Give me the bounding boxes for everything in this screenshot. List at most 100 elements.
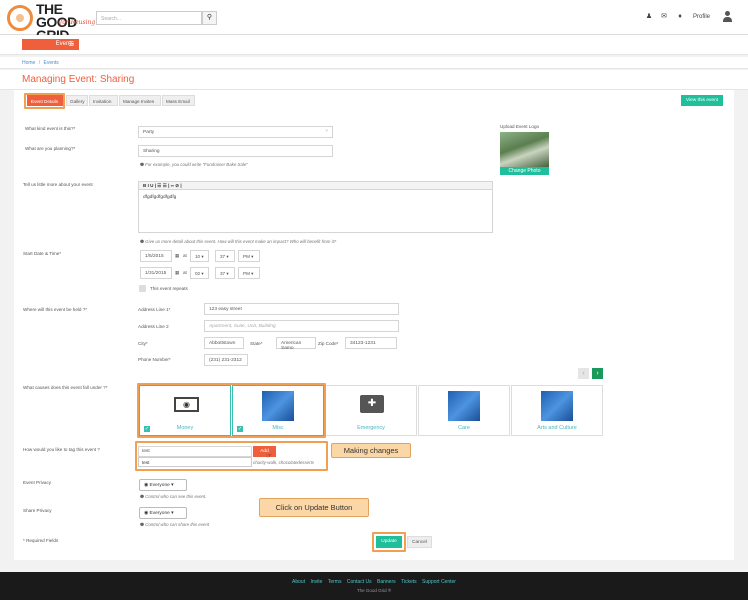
care-image bbox=[448, 391, 480, 421]
breadcrumb-sep: / bbox=[38, 60, 41, 66]
kind-select[interactable]: Party ˅ bbox=[138, 126, 333, 138]
end-ampm-select[interactable]: PM ▾ bbox=[238, 267, 260, 279]
breadcrumb: Home / Events bbox=[0, 57, 748, 69]
page-title: Managing Event: Sharing bbox=[22, 74, 135, 85]
logo-sun-icon bbox=[7, 5, 33, 31]
causes-next-button[interactable]: › bbox=[592, 368, 603, 379]
datetime-label: Start Date & Time* bbox=[23, 251, 62, 256]
footer-link-terms[interactable]: Terms bbox=[328, 579, 342, 585]
event-logo-image bbox=[500, 132, 549, 168]
tab-event-details[interactable]: Event Details bbox=[27, 95, 63, 106]
cause-label: Care bbox=[458, 425, 470, 431]
footer-links: About Invite Terms Contact Us Banners Ti… bbox=[0, 579, 748, 585]
footer-copyright: The Good Grid ® bbox=[356, 588, 392, 593]
profile-link[interactable]: Profile bbox=[693, 14, 710, 20]
cause-label: Emergency bbox=[357, 425, 385, 431]
repeats-label: This event repeats bbox=[150, 286, 188, 291]
upload-logo-label: Upload Event Logo bbox=[500, 124, 540, 129]
tab-mass-email[interactable]: Mass Email bbox=[162, 95, 195, 106]
tab-invitation[interactable]: Invitation bbox=[89, 95, 118, 106]
footer-link-banners[interactable]: Banners bbox=[377, 579, 396, 585]
footer-link-tickets[interactable]: Tickets bbox=[401, 579, 417, 585]
tab-manage-invites[interactable]: Manage Invites bbox=[119, 95, 161, 106]
breadcrumb-home[interactable]: Home bbox=[22, 60, 35, 66]
avatar-icon[interactable] bbox=[722, 11, 733, 23]
events-menu-button[interactable]: Events ☰ bbox=[22, 39, 79, 50]
city-label: City* bbox=[138, 341, 148, 346]
causes-highlight-box bbox=[137, 383, 326, 438]
footer bbox=[0, 572, 748, 600]
search-input[interactable]: Search... bbox=[96, 11, 202, 25]
breadcrumb-events[interactable]: Events bbox=[44, 60, 59, 66]
addr1-input[interactable]: 123 easy street bbox=[204, 303, 399, 315]
footer-link-invite[interactable]: Invite bbox=[311, 579, 323, 585]
causes-prev-button[interactable]: ‹ bbox=[578, 368, 589, 379]
footer-link-support[interactable]: Support Center bbox=[422, 579, 456, 585]
end-hour-select[interactable]: 02 ▾ bbox=[190, 267, 209, 279]
addr1-label: Address Line 1* bbox=[138, 307, 171, 312]
calendar-icon[interactable]: ▦ bbox=[175, 270, 179, 276]
mail-icon[interactable]: ✉ bbox=[660, 13, 668, 21]
description-editor[interactable]: dfgdfgdfgdfgdfg bbox=[138, 190, 493, 233]
kind-label: What kind event is this?* bbox=[25, 126, 76, 131]
end-date-input[interactable]: 1/31/2015 bbox=[140, 267, 172, 279]
change-photo-button[interactable]: Change Photo bbox=[500, 167, 549, 175]
cancel-button[interactable]: Cancel bbox=[407, 536, 432, 548]
privacy-select[interactable]: ◉ Everyone ▾ bbox=[139, 479, 187, 491]
planning-hint: ❶ For example, you could write "Fundrais… bbox=[140, 162, 248, 167]
chevron-down-icon: ˅ bbox=[325, 129, 328, 134]
view-event-button[interactable]: View this event bbox=[681, 95, 723, 106]
tag-label: How would you like to tag this event ? bbox=[23, 447, 100, 452]
cause-card-arts[interactable]: Arts and Culture bbox=[511, 385, 603, 436]
tell-label: Tell us little more about your event bbox=[23, 182, 93, 187]
share-hint: ❶ Control who can share this event bbox=[140, 522, 210, 527]
kind-value: Party bbox=[143, 130, 155, 135]
search-button[interactable]: ⚲ bbox=[202, 11, 217, 25]
start-date-input[interactable]: 1/5/2015 bbox=[140, 250, 172, 262]
city-input[interactable]: Abbottstown bbox=[204, 337, 244, 349]
addr2-input[interactable]: Apartment, Suite, Unit, Building bbox=[204, 320, 399, 332]
cause-card-emergency[interactable]: ✚ Emergency bbox=[325, 385, 417, 436]
addr2-label: Address Line 2 bbox=[138, 324, 169, 329]
repeats-checkbox[interactable] bbox=[139, 285, 146, 292]
info-icon: ❶ bbox=[140, 494, 144, 499]
globe-icon: ◉ bbox=[144, 483, 149, 488]
tag-input[interactable]: test bbox=[138, 446, 252, 457]
tag-add-button[interactable]: Add bbox=[253, 446, 276, 457]
start-ampm-select[interactable]: PM ▾ bbox=[238, 250, 260, 262]
at-label: at bbox=[183, 253, 187, 258]
users-icon[interactable]: ♟ bbox=[645, 13, 653, 21]
privacy-label: Event Privacy bbox=[23, 480, 52, 485]
causes-label: What causes does this event fall under ?… bbox=[23, 385, 108, 390]
state-select[interactable]: American Samo bbox=[276, 337, 316, 351]
globe-icon: ◉ bbox=[144, 511, 149, 516]
zip-label: Zip Code* bbox=[318, 341, 339, 346]
tab-gallery[interactable]: Gallery bbox=[66, 95, 88, 106]
phone-input[interactable]: (231) 231-2312 bbox=[204, 354, 248, 366]
bell-icon[interactable]: ♦ bbox=[676, 13, 684, 21]
start-min-select[interactable]: 37 ▾ bbox=[215, 250, 235, 262]
planning-input[interactable]: Sharing bbox=[138, 145, 333, 157]
required-note: * Required Fields bbox=[23, 538, 59, 543]
calendar-icon[interactable]: ▦ bbox=[175, 253, 179, 259]
making-changes-callout: Making changes bbox=[331, 443, 411, 458]
where-label: Where will this event be held ?* bbox=[23, 307, 88, 312]
cause-card-care[interactable]: Care bbox=[418, 385, 510, 436]
at-label: at bbox=[183, 270, 187, 275]
editor-toolbar[interactable]: B I U | ☰ ☰ | ∞ ⊘ | bbox=[138, 181, 493, 190]
footer-link-about[interactable]: About bbox=[292, 579, 305, 585]
tag-suggestion-item[interactable]: test bbox=[138, 457, 252, 467]
phone-label: Phone Number* bbox=[138, 357, 171, 362]
zip-input[interactable]: 34123-1231 bbox=[345, 337, 397, 349]
ambulance-icon: ✚ bbox=[360, 395, 384, 413]
state-label: State* bbox=[250, 341, 263, 346]
share-label: Share Privacy bbox=[23, 508, 52, 513]
info-icon: ❶ bbox=[140, 239, 144, 244]
logo-tagline: for Reusing bbox=[60, 19, 96, 26]
footer-link-contact[interactable]: Contact Us bbox=[347, 579, 372, 585]
start-hour-select[interactable]: 10 ▾ bbox=[190, 250, 209, 262]
end-min-select[interactable]: 37 ▾ bbox=[215, 267, 235, 279]
info-icon: ❶ bbox=[140, 522, 144, 527]
update-button[interactable]: Update bbox=[376, 536, 402, 548]
share-select[interactable]: ◉ Everyone ▾ bbox=[139, 507, 187, 519]
